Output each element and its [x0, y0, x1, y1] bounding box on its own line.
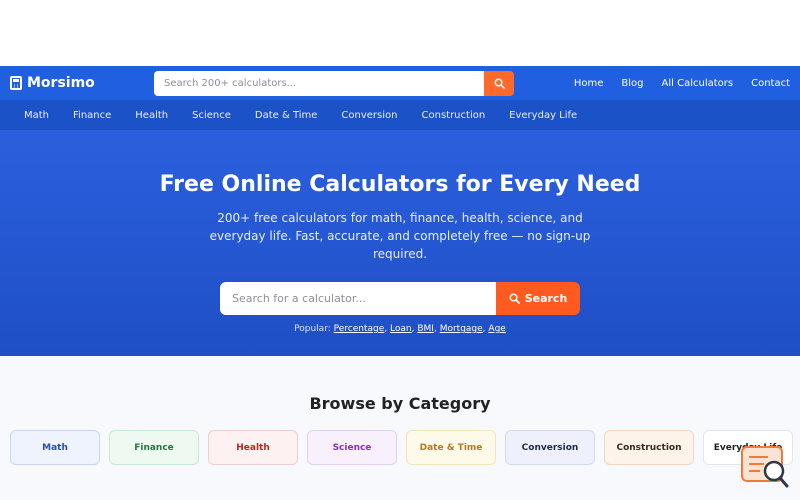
site-header: Morsimo Home Blog All Calculators Contac…	[0, 66, 800, 100]
feedback-widget-icon[interactable]	[740, 443, 790, 490]
category-card-science[interactable]: Science	[307, 430, 397, 465]
category-link-finance[interactable]: Finance	[73, 110, 111, 121]
hero-search-button[interactable]: Search	[496, 282, 580, 315]
hero-search: Search	[220, 282, 580, 315]
category-nav: Math Finance Health Science Date & Time …	[0, 100, 800, 130]
popular-link-age[interactable]: Age	[488, 324, 505, 334]
category-link-construction[interactable]: Construction	[422, 110, 486, 121]
category-card-health[interactable]: Health	[208, 430, 298, 465]
popular-link-bmi[interactable]: BMI	[417, 324, 434, 334]
category-card-finance[interactable]: Finance	[109, 430, 199, 465]
category-link-math[interactable]: Math	[24, 110, 49, 121]
search-icon	[509, 293, 520, 304]
logo[interactable]: Morsimo	[10, 75, 154, 91]
browse-title: Browse by Category	[309, 394, 491, 413]
hero-title: Free Online Calculators for Every Need	[159, 172, 641, 197]
hero-subtitle: 200+ free calculators for math, finance,…	[209, 211, 591, 261]
nav-link-all-calculators[interactable]: All Calculators	[662, 78, 734, 89]
hero-search-input[interactable]	[220, 282, 496, 315]
popular-links: Popular: Percentage, Loan, BMI, Mortgage…	[294, 324, 506, 334]
category-link-date-time[interactable]: Date & Time	[255, 110, 318, 121]
popular-link-mortgage[interactable]: Mortgage	[440, 324, 483, 334]
top-blank-area	[0, 0, 800, 66]
category-card-math[interactable]: Math	[10, 430, 100, 465]
calculator-icon	[10, 76, 22, 90]
category-card-date-time[interactable]: Date & Time	[406, 430, 496, 465]
category-link-health[interactable]: Health	[135, 110, 168, 121]
category-link-conversion[interactable]: Conversion	[341, 110, 397, 121]
category-cards: Math Finance Health Science Date & Time …	[0, 430, 800, 465]
category-link-everyday-life[interactable]: Everyday Life	[509, 110, 577, 121]
popular-label: Popular:	[294, 324, 331, 334]
popular-link-percentage[interactable]: Percentage	[334, 324, 385, 334]
header-search-input[interactable]	[154, 70, 484, 96]
nav-link-blog[interactable]: Blog	[621, 78, 643, 89]
browse-section: Browse by Category Math Finance Health S…	[0, 356, 800, 500]
header-search-button[interactable]	[484, 70, 514, 96]
nav-link-home[interactable]: Home	[574, 78, 604, 89]
nav-link-contact[interactable]: Contact	[751, 78, 790, 89]
category-link-science[interactable]: Science	[192, 110, 231, 121]
header-search	[154, 70, 514, 96]
search-icon	[494, 78, 505, 89]
popular-link-loan[interactable]: Loan	[390, 324, 412, 334]
category-card-conversion[interactable]: Conversion	[505, 430, 595, 465]
header-nav: Home Blog All Calculators Contact	[556, 78, 790, 89]
hero-section: Free Online Calculators for Every Need 2…	[0, 130, 800, 356]
logo-text: Morsimo	[27, 75, 95, 91]
hero-search-button-label: Search	[524, 292, 568, 305]
category-card-construction[interactable]: Construction	[604, 430, 694, 465]
